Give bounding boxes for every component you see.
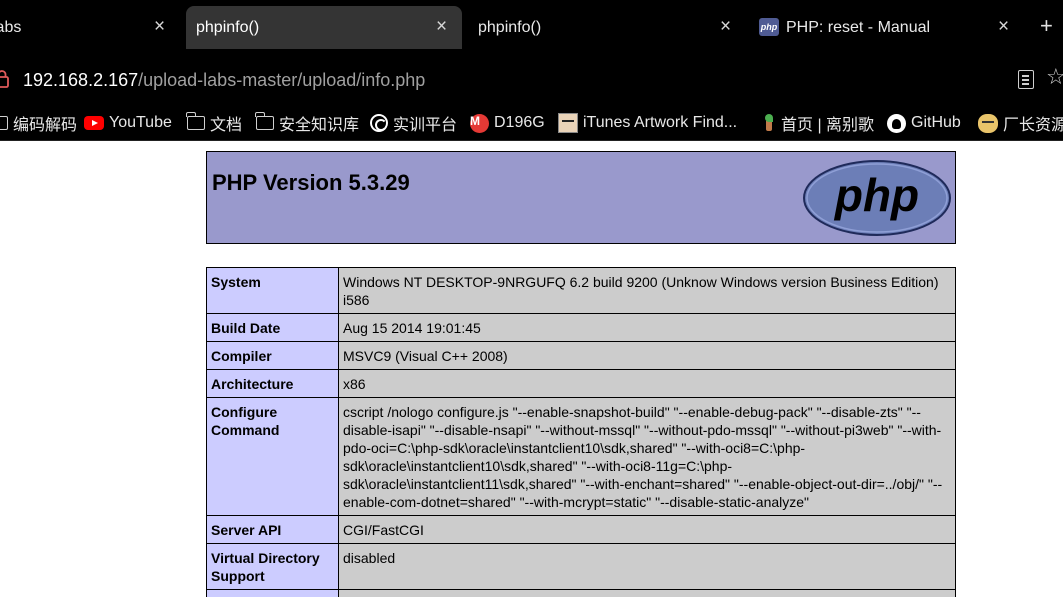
tab-title: phpinfo() xyxy=(196,18,260,36)
info-key-cell: Configuration xyxy=(206,589,339,597)
url-text[interactable]: 192.168.2.167/upload-labs-master/upload/… xyxy=(23,70,425,91)
bookmark-star-icon[interactable]: ☆ xyxy=(1046,66,1063,88)
info-key-cell: Configure Command xyxy=(206,397,339,516)
tab-title: PHP: reset - Manual xyxy=(786,18,931,36)
bookmark-d196g[interactable]: M D196G xyxy=(470,113,545,133)
info-row: Configure Command cscript /nologo configu… xyxy=(206,397,956,516)
info-key-cell: Virtual Directory Support xyxy=(206,543,339,590)
circle-r-icon xyxy=(370,114,388,132)
info-value-cell: Windows NT DESKTOP-9NRGUFQ 6.2 build 920… xyxy=(338,267,956,314)
tab-phpinfo-active[interactable]: phpinfo() × xyxy=(186,6,462,49)
bookmark-folder[interactable]: 文档 xyxy=(186,112,243,134)
bookmark-youtube[interactable]: YouTube xyxy=(84,113,172,133)
url-host: 192.168.2.167 xyxy=(23,70,139,90)
reader-mode-icon[interactable] xyxy=(1018,70,1034,89)
php-header-box: PHP Version 5.3.29 php xyxy=(206,151,956,244)
folder-icon xyxy=(186,112,205,130)
info-key-cell: Build Date xyxy=(206,313,339,342)
bookmark-label: 安全知识库 xyxy=(279,117,360,134)
bookmark-folder[interactable]: 安全知识库 xyxy=(255,112,360,134)
tab-title: labs xyxy=(0,18,22,36)
new-tab-icon[interactable]: + xyxy=(1040,15,1053,37)
face-icon xyxy=(558,113,578,133)
bookmark-label: D196G xyxy=(494,114,545,131)
github-icon xyxy=(887,113,906,133)
close-tab-icon[interactable]: × xyxy=(436,17,447,36)
plant-icon xyxy=(762,113,776,133)
info-key-cell: Server API xyxy=(206,515,339,544)
bookmark-changzhang[interactable]: 厂长资源 xyxy=(978,113,1063,134)
url-path: /upload-labs-master/upload/info.php xyxy=(138,70,426,90)
info-row: ConfigurationC:\Windows xyxy=(206,589,956,597)
youtube-icon xyxy=(84,116,104,130)
info-row: Virtual Directory Support disabled xyxy=(206,543,956,590)
info-row: Architecture x86 xyxy=(206,369,956,398)
info-key-cell: Architecture xyxy=(206,369,339,398)
bookmark-itunes-artwork[interactable]: iTunes Artwork Find... xyxy=(558,113,737,133)
folder-icon xyxy=(255,112,274,130)
tab-labs[interactable]: labs × xyxy=(0,6,178,49)
m-icon: M xyxy=(470,113,489,133)
bookmark-label: iTunes Artwork Find... xyxy=(583,114,738,131)
php-version-title: PHP Version 5.3.29 xyxy=(212,170,410,195)
bookmarks-bar: 编码解码 YouTube 文档 安全知识库 实训平台 M D196G iTune… xyxy=(0,104,1063,141)
php-logo-icon: php xyxy=(803,160,951,236)
bookmark-label: 首页 | 离别歌 xyxy=(781,117,875,134)
bookmark-training-platform[interactable]: 实训平台 xyxy=(370,113,458,134)
info-value-cell: x86 xyxy=(338,369,956,398)
bookmark-github[interactable]: GitHub xyxy=(887,113,961,133)
bookmark-folder[interactable]: 编码解码 xyxy=(0,113,78,134)
info-value-cell: disabled xyxy=(338,543,956,590)
tab-strip: labs × phpinfo() × phpinfo() × php PHP: … xyxy=(0,0,1063,56)
info-value-cell: Aug 15 2014 19:01:45 xyxy=(338,313,956,342)
info-value-cell: cscript /nologo configure.js "--enable-s… xyxy=(338,397,956,516)
svg-text:php: php xyxy=(833,169,919,221)
info-value-cell: C:\Windows xyxy=(338,589,956,597)
close-tab-icon[interactable]: × xyxy=(154,17,165,36)
close-tab-icon[interactable]: × xyxy=(720,17,731,36)
bookmark-label: YouTube xyxy=(109,114,172,131)
page-content: PHP Version 5.3.29 php System Windows NT … xyxy=(0,141,1063,597)
bookmark-libiege[interactable]: 首页 | 离别歌 xyxy=(762,113,875,134)
info-key-cell: System xyxy=(206,267,339,314)
info-value-cell: MSVC9 (Visual C++ 2008) xyxy=(338,341,956,370)
tab-phpinfo[interactable]: phpinfo() × xyxy=(470,6,746,49)
bookmark-label: 实训平台 xyxy=(393,117,458,134)
info-row: Server API CGI/FastCGI xyxy=(206,515,956,544)
info-row: Build Date Aug 15 2014 19:01:45 xyxy=(206,313,956,342)
close-tab-icon[interactable]: × xyxy=(998,17,1009,36)
bookmark-label: 文档 xyxy=(210,117,243,134)
tab-php-reset-manual[interactable]: php PHP: reset - Manual × xyxy=(754,6,1030,49)
bookmark-label: GitHub xyxy=(911,114,961,131)
info-row: System Windows NT DESKTOP-9NRGUFQ 6.2 bui… xyxy=(206,267,956,314)
bookmark-label: 厂长资源 xyxy=(1003,117,1063,134)
bookmark-label: 编码解码 xyxy=(13,117,78,134)
cat-icon xyxy=(978,113,998,133)
info-row: Compiler MSVC9 (Visual C++ 2008) xyxy=(206,341,956,370)
folder-icon xyxy=(0,116,8,130)
php-favicon-icon: php xyxy=(759,18,779,36)
address-bar[interactable]: 192.168.2.167/upload-labs-master/upload/… xyxy=(0,56,1063,104)
info-key-cell: Compiler xyxy=(206,341,339,370)
tab-title: phpinfo() xyxy=(478,18,542,36)
info-value-cell: CGI/FastCGI xyxy=(338,515,956,544)
php-info-table: System Windows NT DESKTOP-9NRGUFQ 6.2 bui… xyxy=(206,267,956,597)
not-secure-lock-icon[interactable] xyxy=(0,70,10,88)
